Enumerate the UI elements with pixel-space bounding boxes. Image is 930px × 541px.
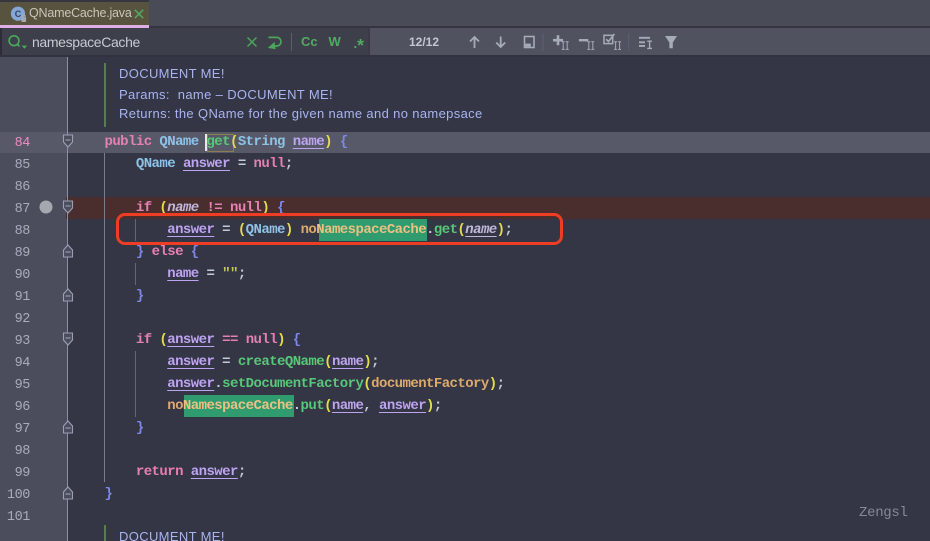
- svg-text:C: C: [15, 9, 22, 19]
